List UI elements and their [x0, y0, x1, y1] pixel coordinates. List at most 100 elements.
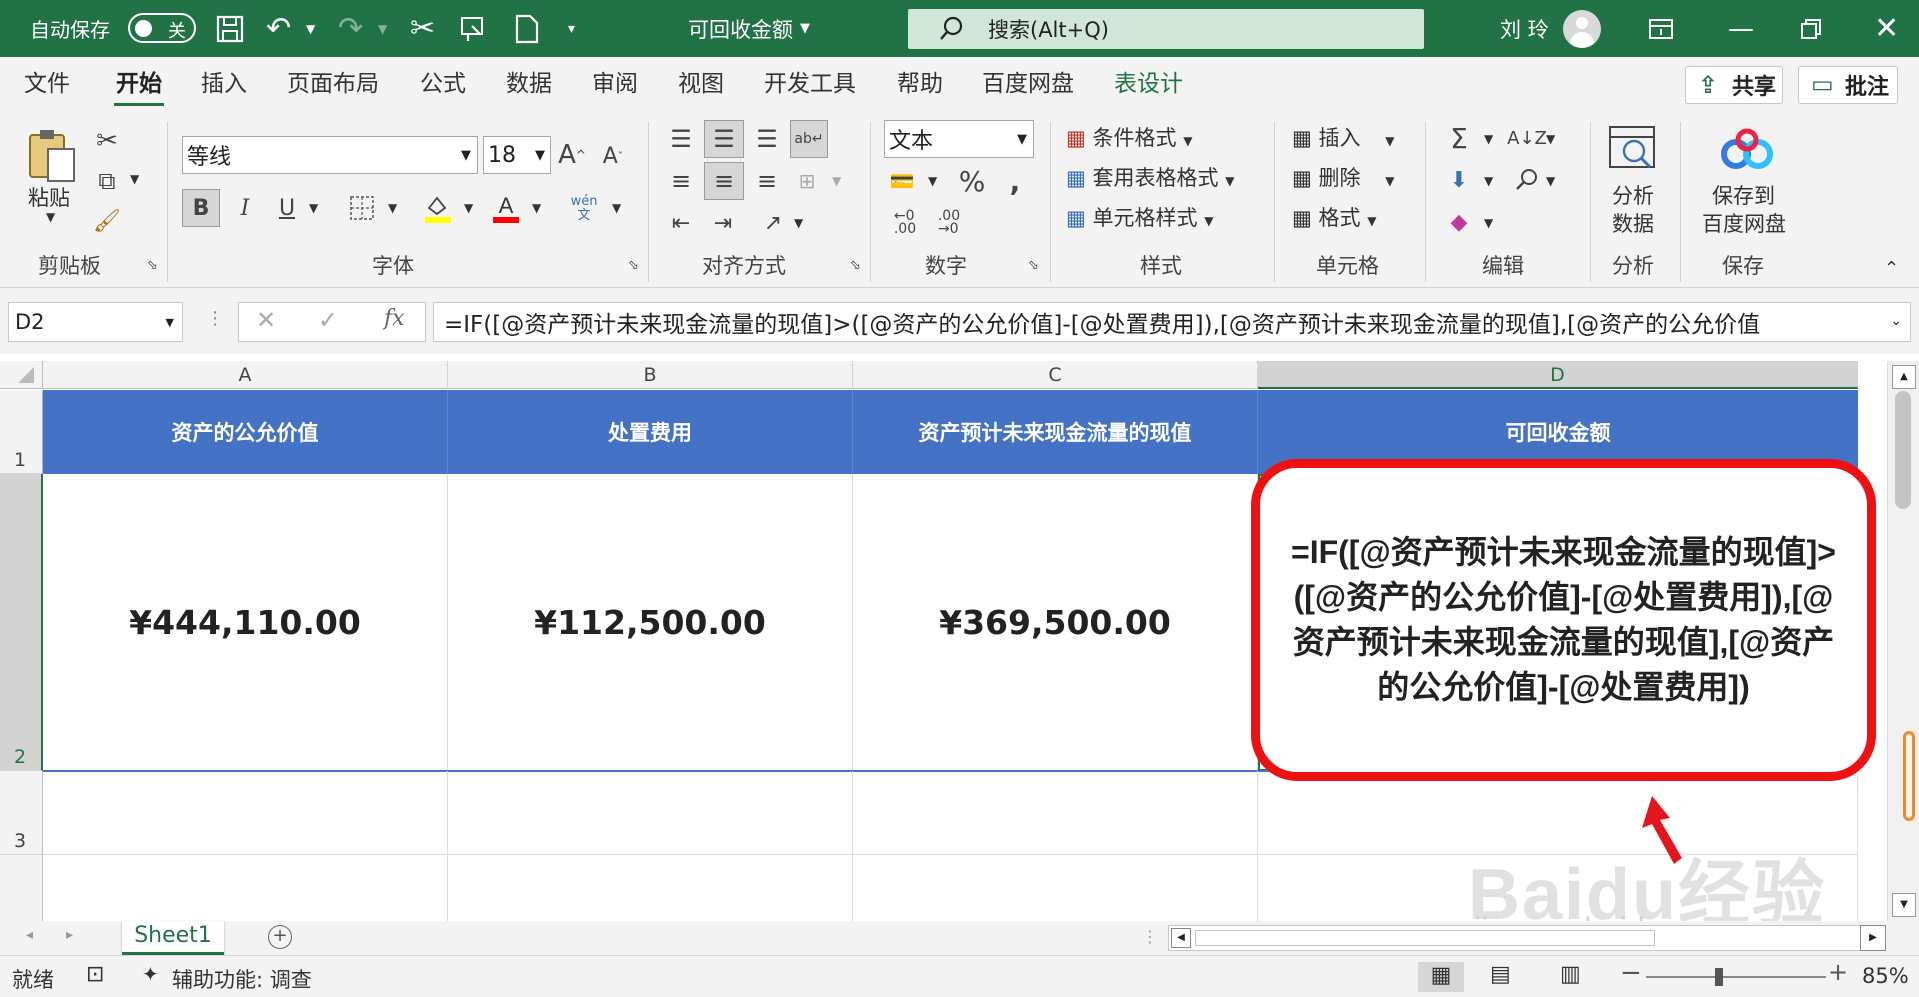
table-header-cell[interactable]: 处置费用 [448, 390, 853, 474]
cell-styles-button[interactable]: ▦ 单元格样式 ▼ [1066, 202, 1213, 232]
macro-record-icon[interactable]: ⊡ [86, 962, 104, 987]
new-file-icon[interactable] [514, 0, 540, 57]
autosum-icon[interactable]: Σ [1442, 120, 1476, 156]
underline-dropdown-icon[interactable]: ▼ [309, 201, 318, 215]
zoom-out-icon[interactable]: − [1620, 958, 1642, 988]
clear-icon[interactable]: ◆ [1442, 204, 1476, 240]
tab-page-layout[interactable]: 页面布局 [287, 57, 379, 112]
find-dropdown-icon[interactable]: ▼ [1546, 174, 1555, 188]
accessibility-status[interactable]: 辅助功能: 调查 [172, 964, 312, 994]
close-icon[interactable]: ✕ [1874, 0, 1899, 57]
phonetic-icon[interactable]: wén 文 [566, 189, 602, 229]
zoom-slider-thumb[interactable] [1715, 968, 1723, 986]
scroll-up-icon[interactable]: ▲ [1892, 365, 1916, 389]
fill-color-dropdown-icon[interactable]: ▼ [464, 201, 473, 215]
column-header-c[interactable]: C [853, 361, 1258, 389]
user-name[interactable]: 刘 玲 [1500, 0, 1549, 57]
prev-sheet-icon[interactable]: ◂ [26, 927, 33, 943]
save-to-line2[interactable]: 百度网盘 [1702, 208, 1786, 238]
row-header-2[interactable]: 2 [0, 474, 43, 771]
tab-table-design[interactable]: 表设计 [1114, 57, 1183, 112]
insert-cells-button[interactable]: ▦ 插入 ▼ [1292, 122, 1394, 152]
conditional-formatting-button[interactable]: ▦ 条件格式 ▼ [1066, 122, 1192, 152]
decrease-font-icon[interactable]: Aˇ [598, 138, 628, 174]
borders-icon[interactable] [344, 189, 380, 227]
fill-dropdown-icon[interactable]: ▼ [1484, 174, 1493, 188]
borders-dropdown-icon[interactable]: ▼ [388, 201, 397, 215]
row-header-3[interactable]: 3 [0, 771, 43, 855]
fill-icon[interactable]: ⬇ [1442, 162, 1476, 198]
empty-cell[interactable] [448, 855, 853, 921]
analyze-data-line2[interactable]: 数据 [1612, 208, 1654, 238]
add-sheet-icon[interactable]: + [268, 925, 292, 949]
font-color-icon[interactable]: A [488, 189, 524, 227]
insert-function-icon[interactable]: fx [384, 306, 405, 331]
format-painter-ribbon-icon[interactable]: 🖌 [92, 206, 122, 236]
table-cell[interactable]: ¥444,110.00 [43, 474, 448, 771]
empty-cell[interactable] [448, 771, 853, 855]
enter-icon[interactable]: ✓ [318, 306, 338, 334]
save-icon[interactable] [215, 0, 245, 57]
currency-dropdown-icon[interactable]: ▼ [928, 174, 937, 188]
format-painter-icon[interactable] [458, 0, 488, 57]
orientation-icon[interactable]: ↗ [756, 206, 790, 240]
number-format-select[interactable]: 文本 ▼ [884, 120, 1034, 158]
baidu-netdisk-icon[interactable] [1720, 126, 1774, 176]
merge-dropdown-icon[interactable]: ▼ [832, 174, 841, 188]
alignment-launcher-icon[interactable]: ⬂ [850, 258, 861, 273]
row-header-1[interactable]: 1 [0, 390, 43, 474]
autosave-toggle[interactable]: 关 [128, 13, 196, 43]
wrap-text-icon[interactable]: ab↵ [790, 120, 828, 158]
find-icon[interactable] [1510, 162, 1544, 198]
bold-button[interactable]: B [182, 189, 220, 227]
clipboard-launcher-icon[interactable]: ⬂ [147, 258, 158, 273]
table-cell[interactable]: ¥369,500.00 [853, 474, 1258, 771]
format-as-table-button[interactable]: ▦ 套用表格格式 ▼ [1066, 162, 1234, 192]
align-right-icon[interactable]: ≡ [750, 164, 784, 198]
scrollbar-thumb[interactable] [1895, 391, 1911, 509]
formula-input[interactable]: =IF([@资产预计未来现金流量的现值]>([@资产的公允价值]-[@处置费用]… [433, 302, 1911, 342]
undo-icon[interactable]: ↶ [266, 0, 291, 57]
avatar[interactable] [1563, 10, 1601, 48]
increase-indent-icon[interactable]: ⇥ [706, 206, 740, 240]
horizontal-scrollbar-thumb[interactable] [1195, 930, 1655, 946]
fill-color-icon[interactable] [420, 189, 456, 227]
save-to-line1[interactable]: 保存到 [1712, 180, 1775, 210]
number-launcher-icon[interactable]: ⬂ [1028, 258, 1039, 273]
sort-dropdown-icon[interactable]: ▼ [1546, 132, 1555, 146]
orientation-dropdown-icon[interactable]: ▼ [794, 216, 803, 230]
font-size-select[interactable]: 18 ▼ [483, 136, 551, 174]
decrease-indent-icon[interactable]: ⇤ [664, 206, 698, 240]
decrease-decimal-icon[interactable]: .00 →0 [932, 206, 966, 240]
autosum-dropdown-icon[interactable]: ▼ [1484, 132, 1493, 146]
sort-filter-icon[interactable]: A↓Z [1507, 120, 1547, 156]
scroll-down-icon[interactable]: ▼ [1892, 893, 1916, 917]
analyze-data-line1[interactable]: 分析 [1612, 180, 1654, 210]
sheet-tab[interactable]: Sheet1 [122, 921, 224, 955]
increase-decimal-icon[interactable]: ←0.00 [888, 206, 922, 240]
scroll-right-icon[interactable]: ▶ [1860, 925, 1886, 951]
title-dropdown-icon[interactable]: ▼ [800, 0, 810, 57]
page-break-view-icon[interactable]: ▥ [1560, 962, 1581, 987]
percent-icon[interactable]: % [954, 164, 990, 198]
redo-dropdown-icon[interactable]: ▼ [378, 0, 387, 57]
tab-review[interactable]: 审阅 [592, 57, 638, 112]
clear-dropdown-icon[interactable]: ▼ [1484, 216, 1493, 230]
tab-developer[interactable]: 开发工具 [764, 57, 856, 112]
share-button[interactable]: ⇪ 共享 [1685, 66, 1783, 104]
italic-button[interactable]: I [228, 189, 262, 227]
delete-cells-button[interactable]: ▦ 删除 ▼ [1292, 162, 1394, 192]
select-all-corner[interactable] [0, 361, 43, 389]
comma-icon[interactable]: , [1000, 164, 1030, 198]
customize-quick-access-icon[interactable]: ▾ [568, 0, 575, 57]
empty-cell[interactable] [853, 771, 1258, 855]
tab-file[interactable]: 文件 [24, 57, 70, 112]
phonetic-dropdown-icon[interactable]: ▼ [612, 201, 621, 215]
table-header-cell[interactable]: 资产的公允价值 [43, 390, 448, 474]
normal-view-icon[interactable]: ▦ [1418, 962, 1464, 992]
align-top-icon[interactable]: ☰ [664, 122, 698, 156]
row-header-4[interactable] [0, 855, 43, 921]
tab-home[interactable]: 开始 [114, 57, 164, 112]
search-box[interactable]: 搜索(Alt+Q) [908, 9, 1424, 49]
column-header-a[interactable]: A [43, 361, 448, 389]
